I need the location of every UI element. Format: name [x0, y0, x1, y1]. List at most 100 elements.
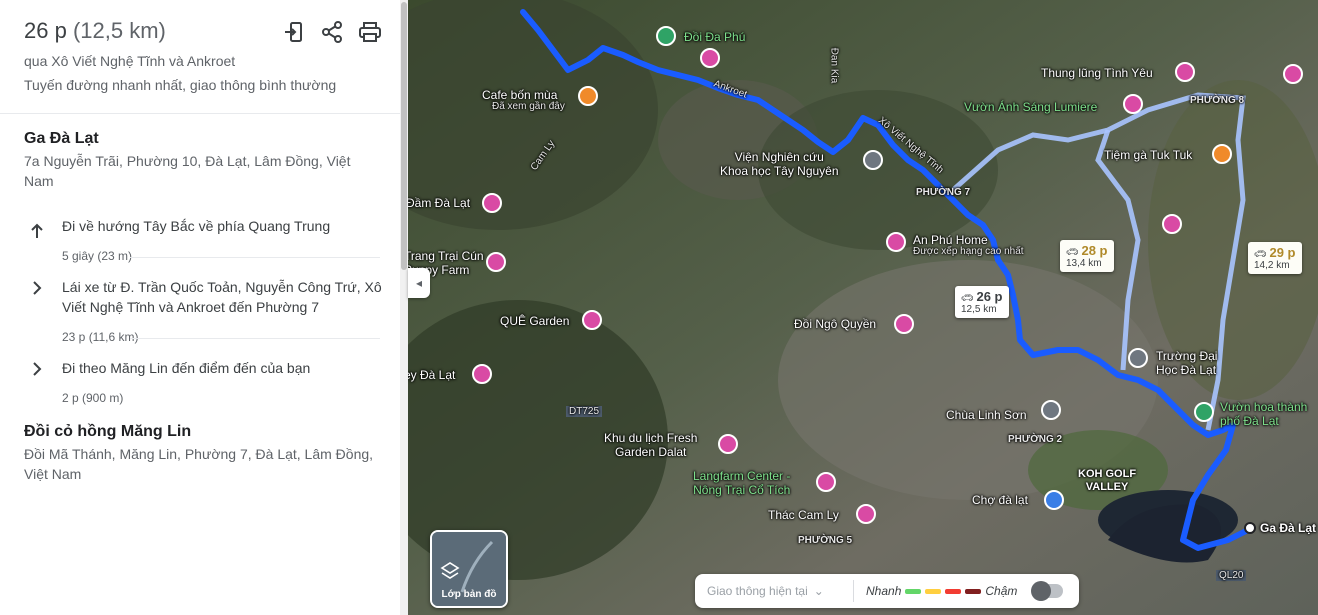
map-label[interactable]: Vườn hoa thành phố Đà Lạt [1220, 400, 1307, 428]
research-pin[interactable] [863, 150, 883, 170]
poi-pin[interactable] [718, 434, 738, 454]
cafe-pin[interactable] [578, 86, 598, 106]
poi-pin[interactable] [816, 472, 836, 492]
destination-map-label[interactable]: Ga Đà Lạt [1260, 521, 1316, 535]
step-meta: 5 giây (23 m) [62, 249, 133, 263]
map-label[interactable]: Chùa Linh Sơn [946, 408, 1027, 422]
poi-pin[interactable] [472, 364, 492, 384]
send-to-phone-button[interactable] [282, 20, 306, 44]
chevron-down-icon: ⌄ [813, 584, 824, 598]
map-label[interactable]: Viện Nghiên cứu Khoa học Tây Nguyên [720, 150, 839, 178]
duration-value: 26 p [24, 18, 67, 43]
destination-address: Đồi Mã Thánh, Măng Lin, Phường 7, Đà Lạt… [24, 446, 374, 482]
district-label: PHƯỜNG 2 [1008, 434, 1063, 445]
district-label: PHƯỜNG 5 [798, 535, 853, 546]
map-label: Đã xem gần đây [492, 101, 565, 112]
map-label[interactable]: KOH GOLF VALLEY [1078, 468, 1136, 494]
layers-label: Lớp bản đồ [441, 589, 497, 600]
step-text: Lái xe từ Đ. Trần Quốc Toản, Nguyễn Công… [62, 279, 382, 315]
map-label[interactable]: Khu du lịch Fresh Garden Dalat [604, 431, 697, 459]
traffic-select-value: Giao thông hiện tại [707, 584, 808, 598]
map-label[interactable]: Thác Cam Ly [768, 508, 839, 522]
district-label: PHƯỜNG 8 [1190, 95, 1245, 106]
poi-pin[interactable] [700, 48, 720, 68]
map-label[interactable]: Đồi Đa Phú [684, 30, 745, 44]
traffic-bar: Giao thông hiện tại ⌄ Nhanh Chậm [695, 574, 1079, 608]
road-shield: QL20 [1216, 570, 1247, 581]
map-label[interactable]: An Phú Home [913, 233, 988, 247]
poi-pin[interactable] [1162, 214, 1182, 234]
poi-pin[interactable] [486, 252, 506, 272]
route-card-alt-2[interactable]: 🚗︎ 29 p 14,2 km [1248, 242, 1302, 274]
distance-value: (12,5 km) [72, 18, 166, 43]
map-label[interactable]: Đầm Đà Lạt [408, 196, 470, 210]
step-divider [130, 257, 380, 258]
legend-bar [925, 588, 942, 594]
poi-pin[interactable] [582, 310, 602, 330]
map-label[interactable]: Langfarm Center - Nông Trại Cổ Tích [693, 469, 790, 497]
collapse-panel-button[interactable]: ◂ [408, 268, 430, 298]
route-toolbar [282, 20, 382, 44]
share-button[interactable] [320, 20, 344, 44]
car-icon: 🚗︎ [1254, 249, 1267, 260]
poi-pin[interactable] [886, 232, 906, 252]
destination-name: Đồi cỏ hồng Măng Lin [24, 423, 192, 440]
traffic-legend: Nhanh Chậm [866, 584, 1017, 598]
traffic-select[interactable]: Giao thông hiện tại ⌄ [695, 584, 847, 598]
park-pin[interactable] [656, 26, 676, 46]
chevron-left-icon: ◂ [415, 276, 423, 290]
car-icon: 🚗︎ [1066, 247, 1079, 258]
layers-button[interactable]: Lớp bản đồ [430, 530, 508, 608]
chevron-right-icon [33, 362, 42, 376]
road-shield: DT725 [566, 406, 603, 417]
origin-name: Ga Đà Lạt [24, 130, 99, 147]
map-label[interactable]: QUÊ Garden [500, 314, 569, 328]
map-label[interactable]: Thung lũng Tình Yêu [1041, 66, 1153, 80]
scrollbar-thumb[interactable] [401, 2, 407, 270]
route-via: qua Xô Viết Nghệ Tĩnh và Ankroet [24, 53, 236, 69]
chevron-right-icon [33, 281, 42, 295]
poi-pin[interactable] [1123, 94, 1143, 114]
map-label[interactable]: Đồi Ngô Quyền [794, 317, 876, 331]
legend-bar [965, 588, 982, 594]
route-note: Tuyến đường nhanh nhất, giao thông bình … [24, 77, 337, 93]
traffic-toggle[interactable] [1031, 581, 1064, 601]
garden-pin[interactable] [1194, 402, 1214, 422]
map-label[interactable]: Vườn Ánh Sáng Lumiere [964, 100, 1097, 114]
car-icon: 🚗︎ [961, 293, 974, 304]
map-label[interactable]: Trường Đại Học Đà Lạt [1156, 349, 1217, 377]
market-pin[interactable] [1044, 490, 1064, 510]
temple-pin[interactable] [1041, 400, 1061, 420]
route-card-alt-1[interactable]: 🚗︎ 28 p 13,4 km [1060, 240, 1114, 272]
restaurant-pin[interactable] [1212, 144, 1232, 164]
map-label[interactable]: Chợ đà lạt [972, 493, 1028, 507]
step-text: Đi về hướng Tây Bắc về phía Quang Trung [62, 218, 331, 234]
route-card-main[interactable]: 🚗︎ 26 p 12,5 km [955, 286, 1009, 318]
route-distance: 14,2 km [1254, 260, 1290, 271]
toggle-knob [1031, 581, 1052, 601]
map-label[interactable]: Tiệm gà Tuk Tuk [1104, 148, 1192, 162]
poi-pin[interactable] [894, 314, 914, 334]
poi-pin[interactable] [482, 193, 502, 213]
legend-bar [945, 588, 962, 594]
poi-pin[interactable] [1175, 62, 1195, 82]
poi-pin[interactable] [1283, 64, 1303, 84]
step-meta: 2 p (900 m) [62, 391, 124, 405]
map-label[interactable]: Cafe bốn mùa [482, 88, 557, 102]
legend-fast: Nhanh [866, 584, 902, 598]
route-distance: 12,5 km [961, 304, 997, 315]
university-pin[interactable] [1128, 348, 1148, 368]
origin-address: 7a Nguyễn Trãi, Phường 10, Đà Lạt, Lâm Đ… [24, 153, 351, 189]
share-icon [322, 21, 342, 43]
poi-pin[interactable] [856, 504, 876, 524]
origin-section: Ga Đà Lạt 7a Nguyễn Trãi, Phường 10, Đà … [24, 130, 374, 191]
map-label[interactable]: ey Đà Lạt [408, 368, 455, 382]
map-canvas[interactable]: Đồi Đa Phú Cafe bốn mùa Đã xem gần đây A… [408, 0, 1318, 615]
panel-scrollbar[interactable] [400, 0, 408, 615]
print-button[interactable] [358, 20, 382, 44]
destination-section: Đồi cỏ hồng Măng Lin Đồi Mã Thánh, Măng … [24, 423, 384, 484]
directions-panel: 26 p (12,5 km) qua Xô Viết Nghệ Tĩnh và … [0, 0, 400, 615]
road-label: Đan Kia [828, 47, 840, 84]
divider [853, 580, 854, 602]
district-label: PHƯỜNG 7 [916, 187, 971, 198]
